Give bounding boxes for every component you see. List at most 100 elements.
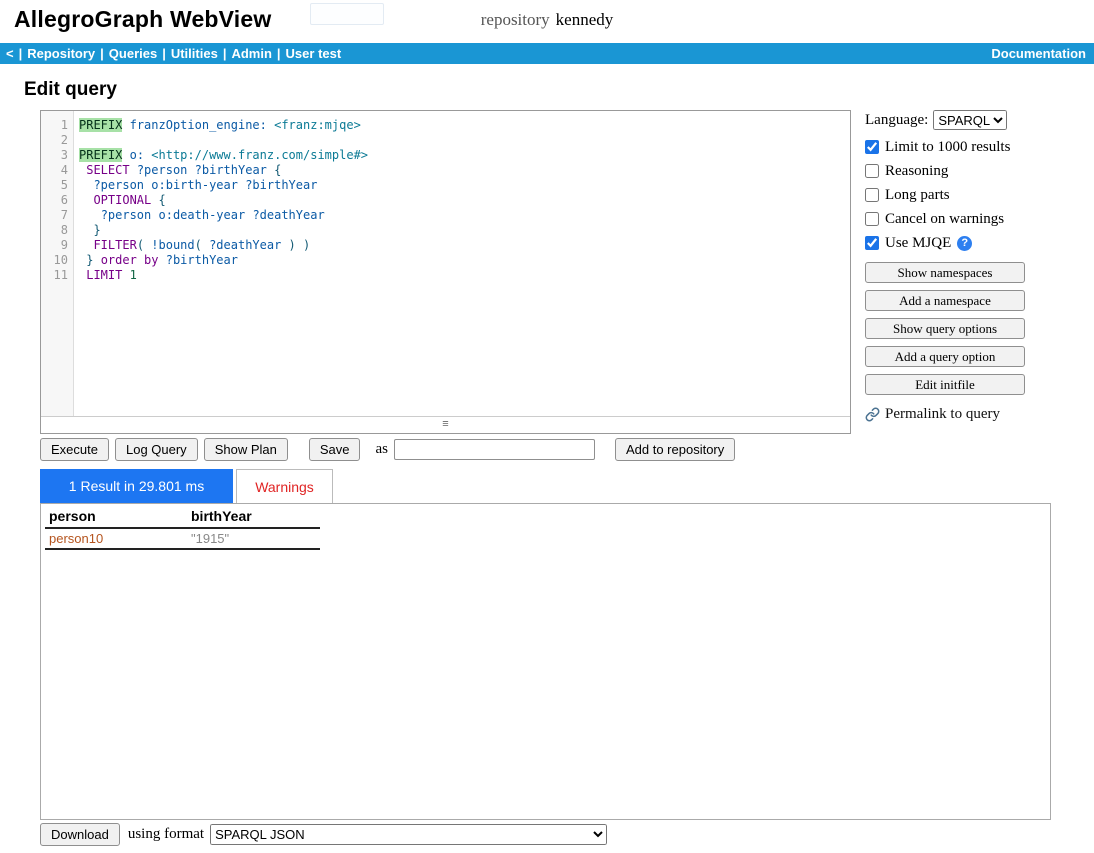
nav-item-utilities[interactable]: Utilities (171, 46, 218, 61)
cell-person[interactable]: person10 (45, 528, 187, 549)
results-tabs: 1 Result in 29.801 ms Warnings (40, 469, 333, 503)
option-label: Limit to 1000 results (885, 139, 1010, 155)
checkbox-use-mjqe[interactable] (865, 236, 879, 250)
nav-separator: | (162, 46, 166, 61)
line-number: 2 (41, 133, 68, 148)
nav-separator: | (100, 46, 104, 61)
checkbox-reasoning[interactable] (865, 164, 879, 178)
editor-resize-handle[interactable]: ≡ (41, 416, 850, 433)
nav-separator: | (277, 46, 281, 61)
option-row-use-mjqe[interactable]: Use MJQE? (865, 235, 1037, 251)
download-row: Download using format SPARQL JSON (40, 823, 607, 846)
option-row-cancel-on-warnings[interactable]: Cancel on warnings (865, 211, 1037, 227)
query-editor[interactable]: 1234567891011 PREFIX franzOption_engine:… (40, 110, 851, 434)
option-row-reasoning[interactable]: Reasoning (865, 163, 1037, 179)
option-label: Reasoning (885, 163, 948, 179)
code-line[interactable]: OPTIONAL { (79, 193, 850, 208)
line-number: 7 (41, 208, 68, 223)
execute-button[interactable]: Execute (40, 438, 109, 461)
checkbox-limit-to-1000-results[interactable] (865, 140, 879, 154)
option-label: Cancel on warnings (885, 211, 1004, 227)
results-panel: personbirthYear person10"1915" (40, 503, 1051, 820)
download-button[interactable]: Download (40, 823, 120, 846)
code-line[interactable]: ?person o:birth-year ?birthYear (79, 178, 850, 193)
line-number: 6 (41, 193, 68, 208)
code-line[interactable] (79, 133, 850, 148)
editor-area[interactable]: 1234567891011 PREFIX franzOption_engine:… (41, 111, 850, 416)
checkbox-long-parts[interactable] (865, 188, 879, 202)
help-icon[interactable]: ? (957, 236, 972, 251)
nav-separator: | (223, 46, 227, 61)
show-namespaces-button[interactable]: Show namespaces (865, 262, 1025, 283)
code-line[interactable]: ?person o:death-year ?deathYear (79, 208, 850, 223)
header: AllegroGraph WebView repositorykennedy (0, 0, 1094, 42)
table-row: person10"1915" (45, 528, 320, 549)
page: AllegroGraph WebView repositorykennedy <… (0, 0, 1094, 853)
repository-label: repository (481, 10, 550, 29)
column-header-person[interactable]: person (45, 507, 187, 528)
code-line[interactable]: PREFIX o: <http://www.franz.com/simple#> (79, 148, 850, 163)
nav-documentation[interactable]: Documentation (991, 43, 1086, 64)
action-row: Execute Log Query Show Plan Save as Add … (40, 437, 735, 461)
code-area[interactable]: PREFIX franzOption_engine: <franz:mjqe> … (74, 111, 850, 416)
repository-indicator: repository kennedy (0, 10, 1094, 30)
language-row: Language: SPARQL (865, 110, 1037, 130)
using-format-label: using format (128, 826, 204, 843)
option-row-limit-to-1000-results[interactable]: Limit to 1000 results (865, 139, 1037, 155)
code-line[interactable]: FILTER( !bound( ?deathYear ) ) (79, 238, 850, 253)
checkbox-cancel-on-warnings[interactable] (865, 212, 879, 226)
tab-results[interactable]: 1 Result in 29.801 ms (40, 469, 233, 503)
option-label: Use MJQE (885, 235, 951, 251)
language-label: Language: (865, 112, 928, 129)
nav-separator: | (19, 46, 23, 61)
format-select[interactable]: SPARQL JSON (210, 824, 607, 845)
nav-bar: < | Repository | Queries | Utilities | Admin | Use… (0, 43, 1094, 64)
line-number: 3 (41, 148, 68, 163)
back-chevron[interactable]: < (6, 46, 14, 61)
line-number: 4 (41, 163, 68, 178)
nav-item-admin[interactable]: Admin (231, 46, 271, 61)
nav-item-repository[interactable]: Repository (27, 46, 95, 61)
line-number: 9 (41, 238, 68, 253)
cell-birthyear: "1915" (187, 528, 320, 549)
add-a-query-option-button[interactable]: Add a query option (865, 346, 1025, 367)
link-icon (865, 407, 880, 422)
nav-items: < | Repository | Queries | Utilities | Admin | Use… (6, 43, 341, 64)
add-a-namespace-button[interactable]: Add a namespace (865, 290, 1025, 311)
option-buttons: Show namespaces Add a namespace Show query… (865, 262, 1037, 395)
language-select[interactable]: SPARQL (933, 110, 1007, 130)
line-number: 10 (41, 253, 68, 268)
code-line[interactable]: } order by ?birthYear (79, 253, 850, 268)
code-line[interactable]: SELECT ?person ?birthYear { (79, 163, 850, 178)
results-table: personbirthYear person10"1915" (45, 507, 320, 550)
line-number: 11 (41, 268, 68, 283)
resize-grip-icon: ≡ (442, 418, 448, 430)
option-label: Long parts (885, 187, 950, 203)
nav-item-queries[interactable]: Queries (109, 46, 157, 61)
query-options-panel: Language: SPARQL Limit to 1000 results Re… (865, 110, 1037, 423)
line-number: 8 (41, 223, 68, 238)
nav-item-user-test[interactable]: User test (286, 46, 342, 61)
add-to-repository-button[interactable]: Add to repository (615, 438, 735, 461)
save-button[interactable]: Save (309, 438, 361, 461)
code-line[interactable]: PREFIX franzOption_engine: <franz:mjqe> (79, 118, 850, 133)
table-header-row: personbirthYear (45, 507, 320, 528)
permalink-to-query[interactable]: Permalink to query (865, 406, 1037, 423)
save-as-label: as (375, 441, 388, 458)
save-name-input[interactable] (394, 439, 595, 460)
code-line[interactable]: LIMIT 1 (79, 268, 850, 283)
line-number: 5 (41, 178, 68, 193)
tab-warnings[interactable]: Warnings (236, 469, 333, 503)
line-number-gutter: 1234567891011 (41, 111, 74, 416)
permalink-label: Permalink to query (885, 406, 1000, 423)
repository-name: kennedy (556, 10, 614, 29)
column-header-birthyear[interactable]: birthYear (187, 507, 320, 528)
log-query-button[interactable]: Log Query (115, 438, 198, 461)
page-title: Edit query (24, 79, 117, 101)
show-query-options-button[interactable]: Show query options (865, 318, 1025, 339)
code-line[interactable]: } (79, 223, 850, 238)
edit-initfile-button[interactable]: Edit initfile (865, 374, 1025, 395)
line-number: 1 (41, 118, 68, 133)
option-row-long-parts[interactable]: Long parts (865, 187, 1037, 203)
show-plan-button[interactable]: Show Plan (204, 438, 288, 461)
